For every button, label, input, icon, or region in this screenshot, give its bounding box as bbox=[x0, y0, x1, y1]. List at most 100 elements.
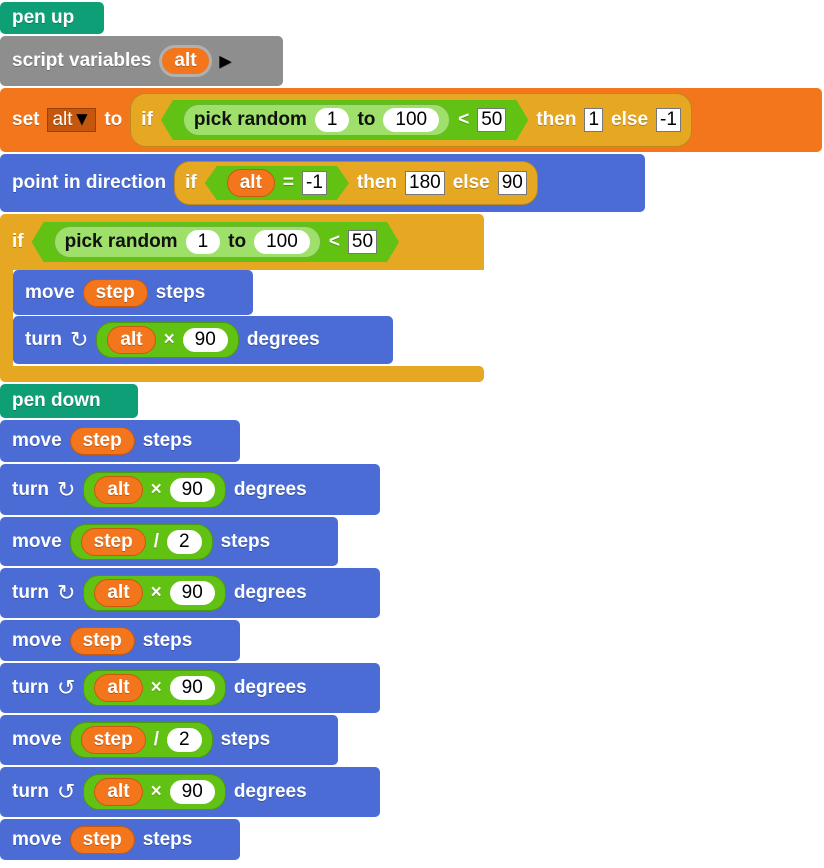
variable-alt[interactable]: alt bbox=[94, 579, 143, 607]
variable-alt[interactable]: alt bbox=[107, 326, 156, 354]
expand-arrow-icon[interactable]: ▶ bbox=[220, 52, 232, 70]
move-block[interactable]: move step / 2 steps bbox=[0, 517, 338, 566]
variable-step[interactable]: step bbox=[69, 825, 135, 854]
label: to bbox=[104, 109, 123, 130]
variable-step[interactable]: step bbox=[69, 427, 135, 455]
pen-down-block[interactable]: pen down bbox=[0, 384, 138, 418]
variable-step[interactable]: step bbox=[80, 726, 146, 754]
move-block[interactable]: move step steps bbox=[0, 620, 240, 661]
number-input[interactable]: 90 bbox=[182, 328, 228, 352]
less-than-predicate[interactable]: pick random 1 to 100 <50 bbox=[32, 222, 399, 262]
variable-alt[interactable]: alt bbox=[227, 169, 275, 197]
turn-clockwise-block[interactable]: turn ↻ alt × 90 degrees bbox=[0, 464, 380, 515]
label: move bbox=[12, 729, 62, 750]
variable-alt[interactable]: alt bbox=[159, 45, 212, 77]
label: turn bbox=[12, 478, 49, 500]
equals-predicate[interactable]: alt = -1 bbox=[205, 166, 349, 200]
if-header[interactable]: if pick random 1 to 100 <50 bbox=[0, 214, 484, 270]
point-in-direction-block[interactable]: point in direction if alt = -1 then 180 els… bbox=[0, 154, 645, 212]
label: else bbox=[611, 109, 649, 130]
then-input[interactable]: 180 bbox=[405, 171, 445, 195]
if-arm bbox=[0, 264, 13, 374]
min-input[interactable]: 1 bbox=[315, 108, 350, 132]
less-than-predicate[interactable]: pick random 1 to 100 <50 bbox=[161, 100, 528, 140]
label: × bbox=[150, 478, 162, 500]
label: then bbox=[356, 172, 398, 193]
label: / bbox=[153, 729, 159, 750]
number-input[interactable]: 2 bbox=[167, 529, 202, 554]
set-variable-block[interactable]: set alt▼ to if pick random 1 to 100 <50 the… bbox=[0, 88, 822, 152]
else-input[interactable]: 90 bbox=[497, 171, 527, 195]
label: set bbox=[12, 109, 40, 130]
label: if bbox=[185, 172, 197, 193]
label: point in direction bbox=[12, 172, 167, 193]
label: turn bbox=[12, 677, 49, 698]
then-input[interactable]: 1 bbox=[584, 108, 604, 132]
pick-random-reporter[interactable]: pick random 1 to 100 bbox=[54, 226, 321, 258]
variable-alt[interactable]: alt bbox=[94, 674, 143, 702]
move-block[interactable]: move step steps bbox=[13, 270, 253, 315]
label: × bbox=[150, 781, 162, 802]
label: steps bbox=[220, 530, 271, 552]
label: steps bbox=[142, 430, 193, 451]
multiply-reporter[interactable]: alt × 90 bbox=[83, 774, 226, 810]
multiply-reporter[interactable]: alt × 90 bbox=[83, 575, 226, 611]
turn-clockwise-block[interactable]: turn ↻ alt × 90 degrees bbox=[13, 316, 393, 364]
number-input[interactable]: 90 bbox=[169, 581, 215, 605]
label: turn bbox=[25, 329, 62, 350]
divide-reporter[interactable]: step / 2 bbox=[69, 523, 213, 560]
number-input[interactable]: 2 bbox=[167, 728, 202, 752]
move-block[interactable]: move step steps bbox=[0, 420, 240, 462]
turn-counterclockwise-block[interactable]: turn ↺ alt × 90 degrees bbox=[0, 663, 380, 713]
multiply-reporter[interactable]: alt × 90 bbox=[83, 670, 226, 706]
min-input[interactable]: 1 bbox=[186, 230, 221, 254]
label: if bbox=[12, 231, 24, 252]
dropdown-value: alt bbox=[52, 109, 73, 130]
max-input[interactable]: 100 bbox=[383, 108, 439, 132]
pick-random-reporter[interactable]: pick random 1 to 100 bbox=[183, 104, 450, 136]
threshold-input[interactable]: 50 bbox=[477, 108, 506, 132]
variable-dropdown[interactable]: alt▼ bbox=[47, 108, 97, 132]
label: pen down bbox=[12, 390, 101, 411]
label: steps bbox=[142, 629, 193, 651]
script-variables-block[interactable]: script variables alt ▶ bbox=[0, 36, 283, 86]
divide-reporter[interactable]: step / 2 bbox=[69, 722, 213, 758]
if-then-else-reporter[interactable]: if alt = -1 then 180 else 90 bbox=[174, 161, 538, 205]
turn-clockwise-block[interactable]: turn ↻ alt × 90 degrees bbox=[0, 568, 380, 618]
variable-step[interactable]: step bbox=[82, 278, 148, 307]
if-then-else-reporter[interactable]: if pick random 1 to 100 <50 then 1 else -1 bbox=[130, 93, 692, 147]
number-input[interactable]: 90 bbox=[169, 780, 215, 804]
label: / bbox=[153, 530, 159, 552]
threshold-input[interactable]: 50 bbox=[348, 230, 377, 254]
move-block[interactable]: move step / 2 steps bbox=[0, 715, 338, 765]
else-input[interactable]: -1 bbox=[656, 108, 681, 132]
dropdown-arrow-icon: ▼ bbox=[72, 109, 92, 130]
variable-alt[interactable]: alt bbox=[94, 778, 143, 806]
variable-step[interactable]: step bbox=[69, 626, 135, 655]
multiply-reporter[interactable]: alt × 90 bbox=[96, 322, 239, 358]
turn-clockwise-icon: ↻ bbox=[56, 580, 76, 605]
compare-input[interactable]: -1 bbox=[302, 171, 327, 195]
variable-alt[interactable]: alt bbox=[94, 475, 143, 504]
label: if bbox=[141, 109, 153, 130]
if-block[interactable]: if pick random 1 to 100 <50 move step steps t… bbox=[0, 214, 484, 382]
label: move bbox=[25, 281, 75, 303]
pen-up-block[interactable]: pen up bbox=[0, 2, 104, 34]
variable-step[interactable]: step bbox=[80, 527, 146, 556]
label: pick random bbox=[64, 231, 178, 252]
label: else bbox=[452, 172, 490, 193]
move-block[interactable]: move step steps bbox=[0, 819, 240, 860]
turn-clockwise-icon: ↻ bbox=[69, 327, 89, 352]
label: × bbox=[163, 329, 175, 350]
number-input[interactable]: 90 bbox=[169, 477, 215, 502]
label: move bbox=[12, 430, 62, 451]
max-input[interactable]: 100 bbox=[254, 230, 310, 254]
number-input[interactable]: 90 bbox=[169, 676, 215, 700]
label: then bbox=[536, 109, 577, 130]
multiply-reporter[interactable]: alt × 90 bbox=[83, 471, 226, 508]
turn-counterclockwise-block[interactable]: turn ↺ alt × 90 degrees bbox=[0, 767, 380, 817]
label: turn bbox=[12, 582, 49, 603]
label: × bbox=[150, 677, 162, 698]
label: degrees bbox=[233, 478, 307, 500]
label: steps bbox=[142, 828, 193, 850]
